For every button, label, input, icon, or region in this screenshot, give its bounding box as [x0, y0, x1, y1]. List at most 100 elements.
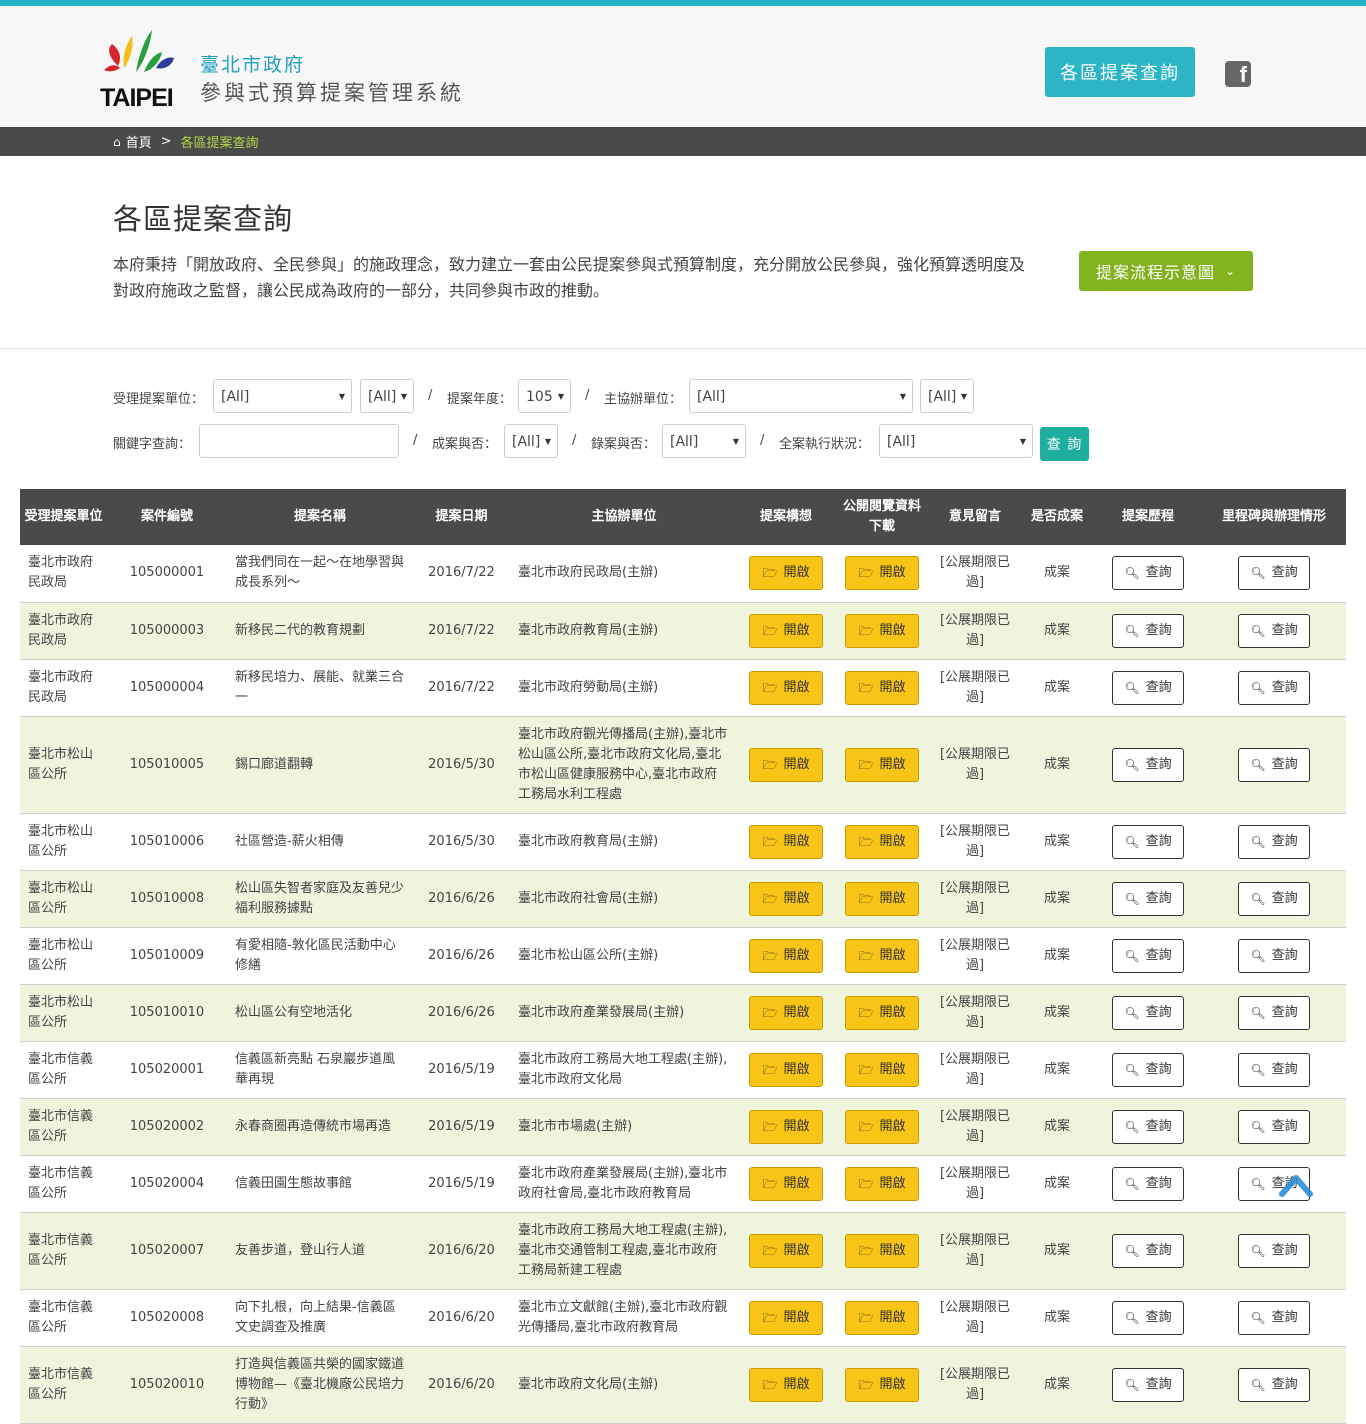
open-download-button[interactable]: 🗁 開啟	[845, 1367, 919, 1402]
query-label: 查詢	[1145, 1118, 1172, 1134]
district-search-nav-button[interactable]: 各區提案查詢	[1045, 47, 1195, 97]
cell-download: 🗁 開啟	[834, 1041, 930, 1099]
site-header: TAIPEI 臺北市政府 參與式預算提案管理系統 各區提案查詢 f	[0, 6, 1366, 127]
query-milestone-button[interactable]: 🔍︎ 查詢	[1238, 824, 1310, 859]
query-label: 查詢	[1145, 1004, 1172, 1020]
open-download-button[interactable]: 🗁 開啟	[845, 1166, 919, 1201]
keyword-input[interactable]	[199, 424, 399, 458]
query-milestone-button[interactable]: 🔍︎ 查詢	[1238, 1300, 1310, 1335]
query-milestone-button[interactable]: 🔍︎ 查詢	[1238, 881, 1310, 916]
query-milestone-button[interactable]: 🔍︎ 查詢	[1238, 613, 1310, 648]
query-milestone-button[interactable]: 🔍︎ 查詢	[1238, 1233, 1310, 1268]
open-download-button[interactable]: 🗁 開啟	[845, 824, 919, 859]
query-milestone-button[interactable]: 🔍︎ 查詢	[1238, 938, 1310, 973]
folder-open-icon: 🗁	[762, 1377, 778, 1392]
facebook-icon[interactable]: f	[1225, 61, 1251, 87]
query-history-button[interactable]: 🔍︎ 查詢	[1112, 1109, 1184, 1144]
table-row: 臺北市政府民政局 105000004 新移民培力、展能、就業三合一 2016/7/22…	[20, 659, 1346, 717]
open-idea-button[interactable]: 🗁 開啟	[749, 747, 823, 782]
case-select[interactable]: [All]	[504, 424, 558, 458]
open-idea-button[interactable]: 🗁 開啟	[749, 1109, 823, 1144]
query-history-button[interactable]: 🔍︎ 查詢	[1112, 881, 1184, 916]
query-history-button[interactable]: 🔍︎ 查詢	[1112, 995, 1184, 1030]
cell-case-status: 成案	[1020, 1346, 1094, 1424]
cell-case-id: 105010006	[107, 813, 227, 871]
open-idea-button[interactable]: 🗁 開啟	[749, 1367, 823, 1402]
query-history-button[interactable]: 🔍︎ 查詢	[1112, 556, 1184, 591]
cell-milestone: 🔍︎ 查詢	[1202, 984, 1346, 1042]
open-idea-button[interactable]: 🗁 開啟	[749, 1300, 823, 1335]
query-history-button[interactable]: 🔍︎ 查詢	[1112, 670, 1184, 705]
open-idea-button[interactable]: 🗁 開啟	[749, 881, 823, 916]
open-download-button[interactable]: 🗁 開啟	[845, 613, 919, 648]
table-row: 臺北市信義區公所 105020002 永春商圈再造傳統市場再造 2016/5/19 臺北…	[20, 1098, 1346, 1156]
search-button[interactable]: 查 詢	[1040, 427, 1089, 461]
query-history-button[interactable]: 🔍︎ 查詢	[1112, 747, 1184, 782]
cell-host-units: 臺北市政府觀光傳播局(主辦),臺北市松山區公所,臺北市政府文化局,臺北市松山區健…	[510, 716, 738, 814]
query-milestone-button[interactable]: 🔍︎ 查詢	[1238, 670, 1310, 705]
query-milestone-button[interactable]: 🔍︎ 查詢	[1238, 747, 1310, 782]
open-download-button[interactable]: 🗁 開啟	[845, 938, 919, 973]
open-idea-button[interactable]: 🗁 開啟	[749, 824, 823, 859]
open-label: 開啟	[783, 890, 810, 906]
table-row: 臺北市松山區公所 105010006 社區營造-薪火相傳 2016/5/30 臺北市政府…	[20, 813, 1346, 871]
taipei-logo[interactable]: TAIPEI	[100, 28, 182, 112]
query-history-button[interactable]: 🔍︎ 查詢	[1112, 1052, 1184, 1087]
open-idea-button[interactable]: 🗁 開啟	[749, 938, 823, 973]
query-milestone-button[interactable]: 🔍︎ 查詢	[1238, 1367, 1310, 1402]
query-milestone-button[interactable]: 🔍︎ 查詢	[1238, 1109, 1310, 1144]
open-download-button[interactable]: 🗁 開啟	[845, 995, 919, 1030]
open-label: 開啟	[783, 756, 810, 772]
status-filter-label: 全案執行狀況：	[779, 437, 871, 452]
open-download-button[interactable]: 🗁 開啟	[845, 747, 919, 782]
open-download-button[interactable]: 🗁 開啟	[845, 1109, 919, 1144]
open-idea-button[interactable]: 🗁 開啟	[749, 1052, 823, 1087]
open-idea-button[interactable]: 🗁 開啟	[749, 1233, 823, 1268]
search-icon: 🔍︎	[1250, 891, 1266, 906]
open-idea-button[interactable]: 🗁 開啟	[749, 670, 823, 705]
status-select[interactable]: [All]	[879, 424, 1033, 458]
host-sub-select[interactable]: [All]	[920, 379, 974, 413]
query-milestone-button[interactable]: 🔍︎ 查詢	[1238, 995, 1310, 1030]
page-title: 各區提案查詢	[113, 202, 294, 236]
query-milestone-button[interactable]: 🔍︎ 查詢	[1238, 1052, 1310, 1087]
cell-date: 2016/5/30	[413, 813, 510, 871]
open-download-button[interactable]: 🗁 開啟	[845, 1052, 919, 1087]
query-history-button[interactable]: 🔍︎ 查詢	[1112, 824, 1184, 859]
query-history-button[interactable]: 🔍︎ 查詢	[1112, 1300, 1184, 1335]
open-idea-button[interactable]: 🗁 開啟	[749, 613, 823, 648]
open-download-button[interactable]: 🗁 開啟	[845, 1300, 919, 1335]
query-history-button[interactable]: 🔍︎ 查詢	[1112, 613, 1184, 648]
unit-sub-select[interactable]: [All]	[360, 379, 414, 413]
query-history-button[interactable]: 🔍︎ 查詢	[1112, 1233, 1184, 1268]
year-filter-label: 提案年度：	[447, 392, 513, 407]
cell-comment: [公展期限已過]	[930, 1098, 1020, 1156]
open-download-button[interactable]: 🗁 開啟	[845, 670, 919, 705]
breadcrumb-current[interactable]: 各區提案查詢	[181, 132, 259, 151]
proposal-flow-button[interactable]: 提案流程示意圖 ⌄	[1079, 251, 1253, 291]
record-select[interactable]: [All]	[662, 424, 746, 458]
column-header: 提案名稱	[293, 509, 346, 524]
cell-unit: 臺北市松山區公所	[20, 984, 107, 1042]
open-label: 開啟	[879, 565, 906, 581]
table-header-row: 受理提案單位 案件編號 提案名稱 提案日期 主協辦單位 提案構想 公開閱覽資料下…	[20, 489, 1346, 545]
host-select[interactable]: [All]	[689, 379, 913, 413]
cell-host-units: 臺北市市場處(主辦)	[510, 1098, 738, 1156]
open-download-button[interactable]: 🗁 開啟	[845, 556, 919, 591]
query-history-button[interactable]: 🔍︎ 查詢	[1112, 1367, 1184, 1402]
query-history-button[interactable]: 🔍︎ 查詢	[1112, 1166, 1184, 1201]
query-history-button[interactable]: 🔍︎ 查詢	[1112, 938, 1184, 973]
year-select[interactable]: 105	[518, 379, 571, 413]
unit-select[interactable]: [All]	[213, 379, 352, 413]
scroll-to-top-icon[interactable]	[1279, 1170, 1313, 1198]
open-idea-button[interactable]: 🗁 開啟	[749, 995, 823, 1030]
query-milestone-button[interactable]: 🔍︎ 查詢	[1238, 556, 1310, 591]
open-download-button[interactable]: 🗁 開啟	[845, 881, 919, 916]
open-idea-button[interactable]: 🗁 開啟	[749, 1166, 823, 1201]
column-header: 意見留言	[948, 509, 1001, 524]
cell-date: 2016/6/20	[413, 1212, 510, 1290]
open-download-button[interactable]: 🗁 開啟	[845, 1233, 919, 1268]
open-idea-button[interactable]: 🗁 開啟	[749, 556, 823, 591]
cell-case-status: 成案	[1020, 1041, 1094, 1099]
breadcrumb-home-link[interactable]: 首頁	[126, 132, 152, 151]
